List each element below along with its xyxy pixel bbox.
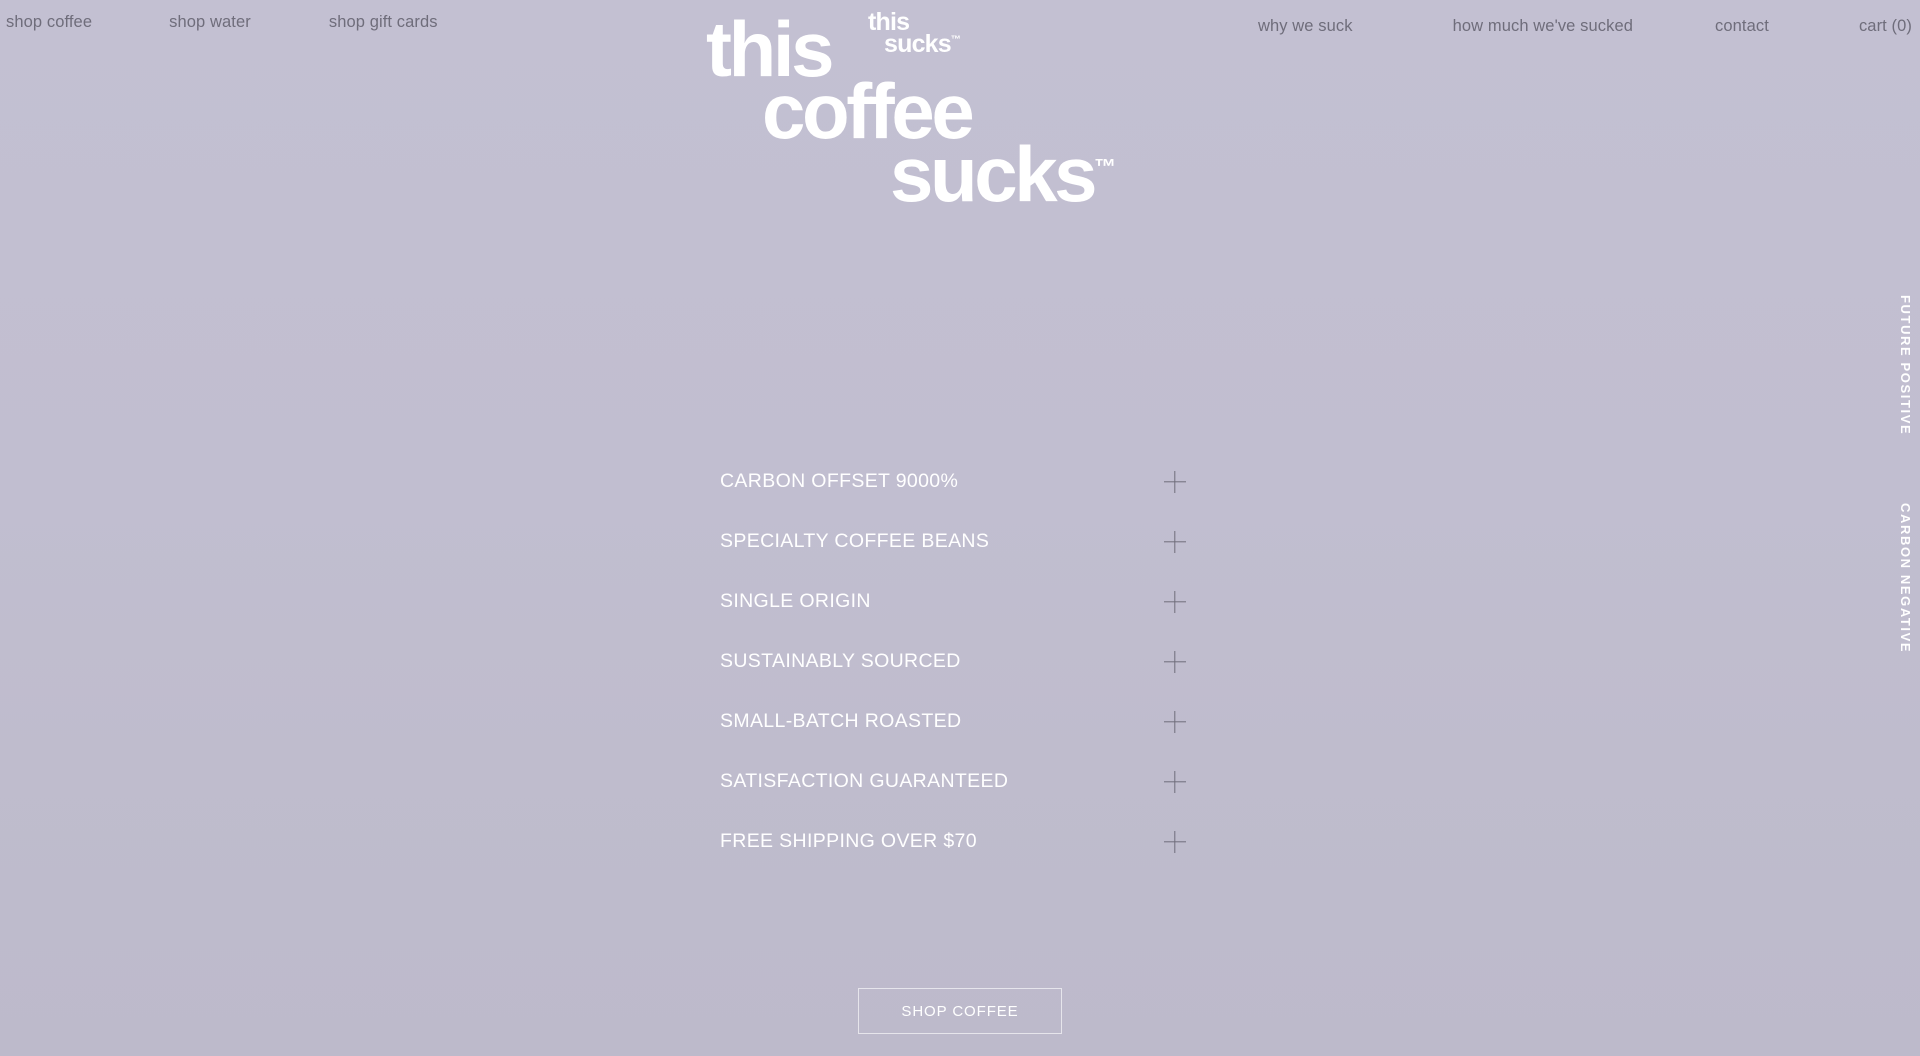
list-item[interactable]: FREE SHIPPING OVER $70 xyxy=(720,812,1200,872)
side-label-carbon-negative: CARBON NEGATIVE xyxy=(1898,503,1913,654)
feature-label: SATISFACTION GUARANTEED xyxy=(720,770,1009,793)
plus-icon[interactable] xyxy=(1164,771,1186,793)
list-item[interactable]: SATISFACTION GUARANTEED xyxy=(720,752,1200,812)
nav-right-group: why we suck how much we've sucked contac… xyxy=(1258,0,1920,35)
feature-label: CARBON OFFSET 9000% xyxy=(720,470,959,493)
list-item[interactable]: SINGLE ORIGIN xyxy=(720,572,1200,632)
site-logo[interactable]: this sucks™ this coffee sucks™ xyxy=(700,0,1220,230)
feature-label: SINGLE ORIGIN xyxy=(720,590,871,613)
plus-icon[interactable] xyxy=(1164,531,1186,553)
side-label-future-positive: FUTURE POSITIVE xyxy=(1898,295,1913,436)
shop-coffee-button[interactable]: SHOP COFFEE xyxy=(858,988,1062,1034)
list-item[interactable]: SUSTAINABLY SOURCED xyxy=(720,632,1200,692)
side-label-group: FUTURE POSITIVE CARBON NEGATIVE xyxy=(1882,295,1913,715)
logo-big-word: sucks xyxy=(890,129,1098,218)
plus-icon[interactable] xyxy=(1164,711,1186,733)
nav-shop-water[interactable]: shop water xyxy=(169,14,251,31)
nav-cart[interactable]: cart (0) xyxy=(1859,18,1912,35)
nav-why-we-suck[interactable]: why we suck xyxy=(1258,18,1353,35)
feature-label: FREE SHIPPING OVER $70 xyxy=(720,830,977,853)
list-item[interactable]: SPECIALTY COFFEE BEANS xyxy=(720,512,1200,572)
plus-icon[interactable] xyxy=(1164,471,1186,493)
list-item[interactable]: SMALL-BATCH ROASTED xyxy=(720,692,1200,752)
logo-primary-mark: this coffee sucks™ xyxy=(700,10,1220,213)
list-item[interactable]: CARBON OFFSET 9000% xyxy=(720,452,1200,512)
nav-shop-coffee[interactable]: shop coffee xyxy=(6,14,92,31)
feature-list: CARBON OFFSET 9000% SPECIALTY COFFEE BEA… xyxy=(720,452,1200,872)
plus-icon[interactable] xyxy=(1164,831,1186,853)
feature-label: SPECIALTY COFFEE BEANS xyxy=(720,530,990,553)
plus-icon[interactable] xyxy=(1164,651,1186,673)
nav-contact[interactable]: contact xyxy=(1715,18,1769,35)
cta-container: SHOP COFFEE xyxy=(858,988,1062,1034)
nav-left-group: shop coffee shop water shop gift cards xyxy=(0,0,438,31)
nav-how-much-weve-sucked[interactable]: how much we've sucked xyxy=(1453,18,1633,35)
feature-label: SUSTAINABLY SOURCED xyxy=(720,650,961,673)
feature-label: SMALL-BATCH ROASTED xyxy=(720,710,962,733)
nav-shop-gift-cards[interactable]: shop gift cards xyxy=(329,14,438,31)
plus-icon[interactable] xyxy=(1164,591,1186,613)
trademark-icon: ™ xyxy=(1094,153,1117,179)
